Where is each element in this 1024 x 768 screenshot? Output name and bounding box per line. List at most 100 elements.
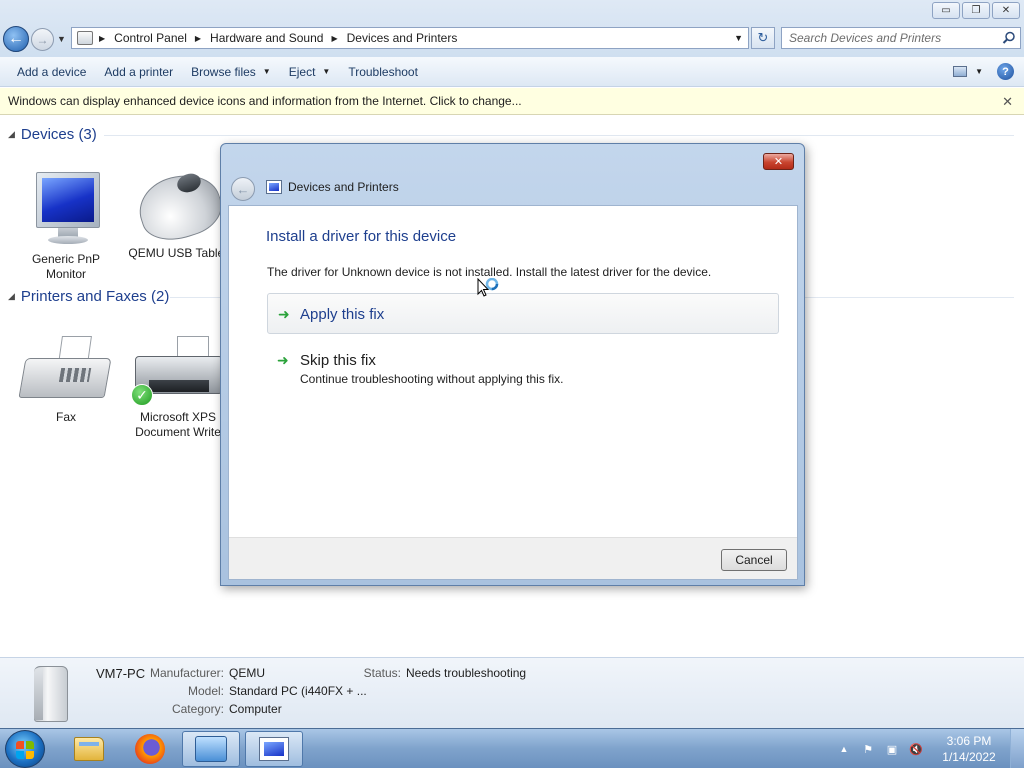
dialog-description: The driver for Unknown device is not ins… bbox=[267, 265, 712, 279]
browse-files-button[interactable]: Browse files ▼ bbox=[182, 57, 280, 87]
taskbar-explorer[interactable] bbox=[60, 731, 118, 767]
status-label: Status: bbox=[363, 666, 401, 680]
green-arrow-icon: ➜ bbox=[278, 306, 290, 322]
system-tray: ▲ ⚑ ▣ 🔇 3:06 PM 1/14/2022 bbox=[828, 729, 1024, 768]
device-qemu-usb-tablet[interactable]: QEMU USB Tablet bbox=[128, 164, 229, 261]
eject-label: Eject bbox=[288, 64, 316, 79]
back-button[interactable]: ← bbox=[3, 26, 29, 52]
apply-fix-label: Apply this fix bbox=[300, 306, 385, 323]
busy-cursor-icon bbox=[477, 278, 499, 297]
dialog-back-button[interactable]: ← bbox=[231, 177, 255, 201]
dialog-close-button[interactable]: ✕ bbox=[763, 153, 794, 170]
dialog-title: Devices and Printers bbox=[288, 180, 399, 194]
chevron-down-icon: ▼ bbox=[975, 67, 983, 76]
add-device-button[interactable]: Add a device bbox=[8, 57, 95, 87]
chevron-down-icon: ▼ bbox=[262, 67, 271, 76]
search-box[interactable] bbox=[781, 27, 1021, 49]
divider bbox=[104, 135, 1014, 136]
group-header-devices[interactable]: ◢ Devices (3) bbox=[8, 126, 97, 143]
troubleshoot-button[interactable]: Troubleshoot bbox=[339, 57, 427, 87]
model-value: Standard PC (i440FX + ... bbox=[229, 684, 367, 698]
computer-icon bbox=[30, 666, 72, 724]
chevron-right-icon[interactable]: ▶ bbox=[331, 34, 337, 43]
address-dropdown-icon[interactable]: ▼ bbox=[734, 33, 743, 43]
skip-fix-label[interactable]: Skip this fix bbox=[300, 352, 376, 369]
volume-muted-icon[interactable]: 🔇 bbox=[908, 741, 924, 757]
start-button[interactable] bbox=[5, 730, 45, 768]
group-header-printers[interactable]: ◢ Printers and Faxes (2) bbox=[8, 288, 169, 305]
category-label: Category: bbox=[171, 702, 224, 716]
breadcrumb-hardware-and-sound[interactable]: Hardware and Sound bbox=[210, 31, 323, 45]
printer-icon: ✓ bbox=[131, 336, 225, 406]
chevron-right-icon[interactable]: ▶ bbox=[99, 34, 105, 43]
maximize-button[interactable]: ❐ bbox=[962, 2, 990, 19]
device-label: Fax bbox=[55, 410, 76, 424]
search-input[interactable] bbox=[789, 28, 999, 48]
breadcrumb-devices-and-printers[interactable]: Devices and Printers bbox=[347, 31, 458, 45]
device-microsoft-xps-document-writer[interactable]: ✓ Microsoft XPS Document Write bbox=[128, 336, 228, 440]
control-panel-icon bbox=[77, 31, 93, 45]
device-fax[interactable]: Fax bbox=[16, 336, 116, 425]
device-label: Microsoft XPS Document Write bbox=[135, 410, 221, 439]
folder-icon bbox=[74, 737, 104, 761]
collapse-icon[interactable]: ◢ bbox=[8, 129, 15, 140]
monitor-icon bbox=[34, 172, 100, 248]
taskbar: ▲ ⚑ ▣ 🔇 3:06 PM 1/14/2022 bbox=[0, 728, 1024, 768]
view-icon bbox=[953, 66, 968, 77]
breadcrumb-control-panel[interactable]: Control Panel bbox=[114, 31, 187, 45]
category-value: Computer bbox=[229, 702, 282, 716]
action-center-flag-icon[interactable]: ⚑ bbox=[860, 741, 876, 757]
refresh-button[interactable]: ↻ bbox=[751, 27, 775, 49]
collapse-icon[interactable]: ◢ bbox=[8, 291, 15, 302]
eject-button[interactable]: Eject ▼ bbox=[280, 57, 340, 87]
taskbar-firefox[interactable] bbox=[121, 731, 179, 767]
green-arrow-icon: ➜ bbox=[277, 352, 289, 368]
search-icon[interactable] bbox=[1002, 31, 1016, 45]
device-generic-pnp-monitor[interactable]: Generic PnP Monitor bbox=[16, 172, 116, 282]
recent-pages-dropdown[interactable]: ▼ bbox=[57, 34, 66, 44]
status-value: Needs troubleshooting bbox=[406, 666, 527, 680]
arrow-left-icon: ← bbox=[8, 30, 24, 47]
info-bar-text[interactable]: Windows can display enhanced device icon… bbox=[8, 94, 522, 108]
add-printer-label: Add a printer bbox=[104, 64, 174, 79]
windows-logo-icon bbox=[16, 741, 34, 759]
taskbar-devices-and-printers[interactable] bbox=[245, 731, 303, 767]
group-title-devices: Devices (3) bbox=[20, 126, 97, 143]
show-desktop-button[interactable] bbox=[1010, 729, 1024, 768]
device-label: QEMU USB Tablet bbox=[128, 246, 228, 260]
dialog-footer: Cancel bbox=[229, 537, 797, 579]
troubleshoot-label: Troubleshoot bbox=[348, 64, 418, 79]
devices-and-printers-icon bbox=[259, 737, 289, 761]
default-printer-check-icon: ✓ bbox=[131, 384, 153, 406]
window-controls: ▭ ❐ ✕ bbox=[932, 2, 1020, 19]
devices-and-printers-icon bbox=[266, 180, 282, 194]
arrow-right-icon: → bbox=[36, 32, 49, 47]
fax-icon bbox=[18, 336, 112, 406]
help-icon[interactable]: ? bbox=[997, 63, 1014, 80]
taskbar-control-panel[interactable] bbox=[182, 731, 240, 767]
apply-fix-option[interactable]: ➜ Apply this fix bbox=[267, 293, 779, 334]
firefox-icon bbox=[135, 734, 165, 764]
title-address-bar: ▭ ❐ ✕ ← → ▼ ▶ Control Panel ▶ Hardware a… bbox=[0, 0, 1024, 57]
close-button[interactable]: ✕ bbox=[992, 2, 1020, 19]
dialog-body: Install a driver for this device The dri… bbox=[228, 205, 798, 580]
dialog-heading: Install a driver for this device bbox=[266, 228, 457, 245]
show-hidden-icons[interactable]: ▲ bbox=[836, 741, 852, 757]
manufacturer-value: QEMU bbox=[229, 666, 265, 680]
skip-fix-description: Continue troubleshooting without applyin… bbox=[300, 372, 564, 386]
arrow-left-icon: ← bbox=[236, 181, 250, 197]
add-device-label: Add a device bbox=[17, 64, 87, 79]
command-bar: Add a device Add a printer Browse files ▼… bbox=[0, 57, 1024, 87]
forward-button[interactable]: → bbox=[31, 28, 54, 51]
minimize-button[interactable]: ▭ bbox=[932, 2, 960, 19]
info-bar[interactable]: Windows can display enhanced device icon… bbox=[0, 88, 1024, 115]
clock-time: 3:06 PM bbox=[946, 734, 992, 748]
cancel-button[interactable]: Cancel bbox=[721, 549, 787, 571]
clock[interactable]: 3:06 PM 1/14/2022 bbox=[936, 733, 1002, 765]
chevron-right-icon[interactable]: ▶ bbox=[195, 34, 201, 43]
change-view-button[interactable]: ▼ bbox=[953, 66, 983, 77]
network-icon[interactable]: ▣ bbox=[884, 741, 900, 757]
add-printer-button[interactable]: Add a printer bbox=[95, 57, 182, 87]
close-icon[interactable]: ✕ bbox=[1002, 94, 1013, 110]
address-bar[interactable]: ▶ Control Panel ▶ Hardware and Sound ▶ D… bbox=[71, 27, 749, 49]
